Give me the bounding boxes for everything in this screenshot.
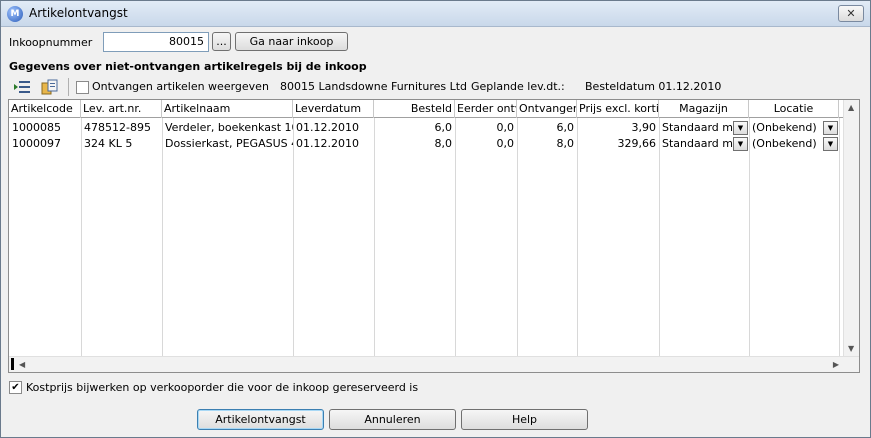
cell-artikelnaam: Verdeler, boekenkast 100 s bbox=[165, 121, 293, 134]
dropdown-arrow-icon[interactable]: ▼ bbox=[823, 137, 838, 151]
cell-besteld: 6,0 bbox=[434, 121, 453, 134]
help-button[interactable]: Help bbox=[461, 409, 588, 430]
table-row[interactable]: 1000097 324 KL 5 Dossierkast, PEGASUS 40… bbox=[9, 136, 849, 152]
goto-inkoop-button[interactable]: Ga naar inkoop bbox=[235, 32, 348, 51]
cell-magazijn[interactable]: Standaard mag bbox=[659, 120, 733, 136]
vertical-scrollbar[interactable]: ▲ ▼ bbox=[843, 100, 859, 356]
order-date: Besteldatum 01.12.2010 bbox=[585, 80, 722, 93]
title-bar: M Artikelontvangst ✕ bbox=[1, 1, 870, 27]
dropdown-arrow-icon[interactable]: ▼ bbox=[733, 137, 748, 151]
cell-besteld: 8,0 bbox=[434, 137, 453, 150]
dialog-window: M Artikelontvangst ✕ Inkoopnummer 80015 … bbox=[0, 0, 871, 438]
cell-artikelcode: 1000085 bbox=[12, 121, 61, 134]
cell-artikelcode: 1000097 bbox=[12, 137, 61, 150]
cell-locatie[interactable]: (Onbekend) bbox=[749, 136, 823, 152]
section-title: Gegevens over niet-ontvangen artikelrege… bbox=[9, 60, 367, 73]
cell-ontvangen[interactable]: 8,0 bbox=[517, 136, 577, 152]
planned-delivery-label: Geplande lev.dt.: bbox=[471, 80, 565, 93]
inkoop-input[interactable]: 80015 bbox=[103, 32, 209, 52]
scroll-left-icon[interactable]: ◀ bbox=[19, 360, 25, 369]
browse-button[interactable]: ... bbox=[212, 32, 231, 51]
cost-update-label: Kostprijs bijwerken op verkooporder die … bbox=[26, 381, 419, 394]
cell-magazijn[interactable]: Standaard mag bbox=[659, 136, 733, 152]
cell-leverdatum: 01.12.2010 bbox=[296, 121, 359, 134]
cell-lev-art-nr: 324 KL 5 bbox=[84, 137, 133, 150]
toolbar-separator bbox=[68, 78, 69, 96]
dropdown-arrow-icon[interactable]: ▼ bbox=[733, 121, 748, 135]
cell-ontvangen[interactable]: 6,0 bbox=[517, 120, 577, 136]
app-logo-icon: M bbox=[7, 6, 23, 22]
col-artikelnaam[interactable]: Artikelnaam bbox=[162, 100, 293, 118]
cancel-button[interactable]: Annuleren bbox=[329, 409, 456, 430]
col-prijs[interactable]: Prijs excl. korting bbox=[577, 100, 659, 118]
artikelontvangst-button[interactable]: Artikelontvangst bbox=[197, 409, 324, 430]
show-received-label: Ontvangen artikelen weergeven bbox=[92, 80, 269, 93]
scroll-thumb[interactable] bbox=[11, 358, 14, 370]
cell-prijs[interactable]: 329,66 bbox=[577, 136, 659, 152]
cell-eerder-ontvangen: 0,0 bbox=[496, 121, 515, 134]
cell-leverdatum: 01.12.2010 bbox=[296, 137, 359, 150]
col-ontvangen[interactable]: Ontvangen bbox=[517, 100, 577, 118]
indent-list-icon[interactable] bbox=[13, 79, 31, 95]
documents-icon[interactable] bbox=[41, 79, 59, 95]
col-leverdatum[interactable]: Leverdatum bbox=[293, 100, 374, 118]
cell-locatie[interactable]: (Onbekend) bbox=[749, 120, 823, 136]
scroll-right-icon[interactable]: ▶ bbox=[833, 360, 839, 369]
supplier-info: 80015 Landsdowne Furnitures Ltd bbox=[280, 80, 468, 93]
table-row[interactable]: 1000085 478512-895 Verdeler, boekenkast … bbox=[9, 120, 849, 136]
cell-eerder-ontvangen: 0,0 bbox=[496, 137, 515, 150]
col-artikelcode[interactable]: Artikelcode bbox=[9, 100, 81, 118]
col-besteld[interactable]: Besteld bbox=[374, 100, 455, 118]
horizontal-scrollbar[interactable]: ◀ ▶ bbox=[9, 356, 859, 372]
cell-prijs[interactable]: 3,90 bbox=[577, 120, 659, 136]
close-icon[interactable]: ✕ bbox=[838, 5, 864, 22]
scroll-up-icon[interactable]: ▲ bbox=[848, 103, 854, 112]
cost-update-checkbox[interactable]: ✔ bbox=[9, 381, 22, 394]
receipt-grid[interactable]: Artikelcode Lev. art.nr. Artikelnaam Lev… bbox=[8, 99, 860, 373]
col-locatie[interactable]: Locatie bbox=[749, 100, 839, 118]
col-lev-art-nr[interactable]: Lev. art.nr. bbox=[81, 100, 162, 118]
scroll-down-icon[interactable]: ▼ bbox=[848, 344, 854, 353]
show-received-checkbox[interactable] bbox=[76, 81, 89, 94]
inkoop-label: Inkoopnummer bbox=[9, 36, 93, 49]
cell-lev-art-nr: 478512-895 bbox=[84, 121, 151, 134]
col-magazijn[interactable]: Magazijn bbox=[659, 100, 749, 118]
grid-header: Artikelcode Lev. art.nr. Artikelnaam Lev… bbox=[9, 100, 849, 118]
col-eerder-ontvangen[interactable]: Eerder ontva bbox=[455, 100, 517, 118]
cell-artikelnaam: Dossierkast, PEGASUS 40 bbox=[165, 137, 293, 150]
dropdown-arrow-icon[interactable]: ▼ bbox=[823, 121, 838, 135]
window-title: Artikelontvangst bbox=[29, 6, 128, 20]
